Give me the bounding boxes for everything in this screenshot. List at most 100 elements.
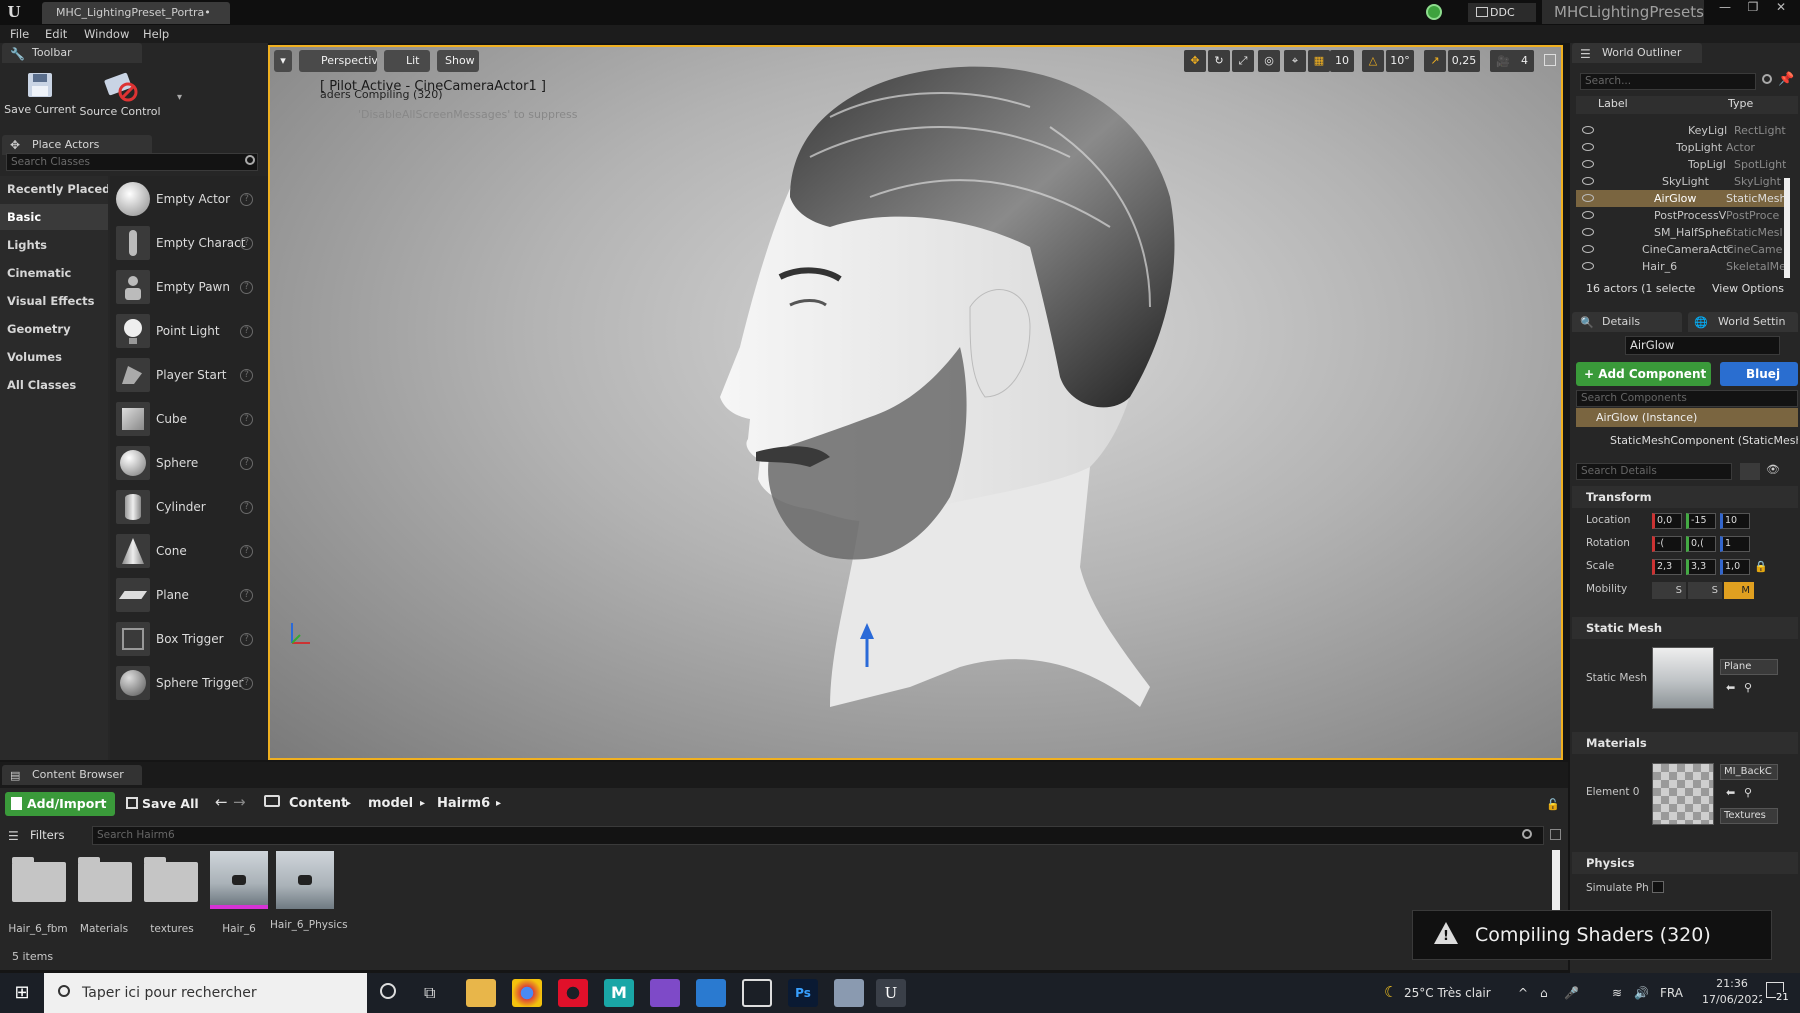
location-y-field[interactable]: -15 [1686,513,1716,529]
view-options-button[interactable]: View Options [1712,282,1784,295]
visibility-eye-icon[interactable] [1582,228,1594,236]
add-component-button[interactable]: + Add Component [1576,362,1711,386]
scale-z-field[interactable]: 1,0 [1720,559,1750,575]
clock-date[interactable]: 17/06/2022 [1702,993,1762,1006]
mobility-stationary-button[interactable]: S [1688,582,1722,599]
scale-label[interactable]: Scale [1586,560,1614,572]
maximize-viewport-icon[interactable] [1544,54,1556,66]
actor-name-field[interactable]: AirGlow [1625,336,1780,355]
column-type[interactable]: Type [1728,97,1753,110]
menu-edit[interactable]: Edit [45,25,67,43]
column-label[interactable]: Label [1598,97,1628,110]
volume-icon[interactable]: 🔊 [1634,973,1649,1013]
grid-snap-icon[interactable]: ▦ [1308,50,1330,72]
mobility-static-button[interactable]: S [1652,582,1686,599]
folder-icon[interactable] [144,862,198,902]
mobility-movable-button[interactable]: M [1724,582,1754,599]
visibility-eye-icon[interactable] [1582,194,1594,202]
taskbar-search-input[interactable]: Taper ici pour rechercher [44,973,367,1013]
transform-section[interactable]: Transform [1572,486,1798,508]
material-thumbnail[interactable] [1652,763,1714,825]
rotation-x-field[interactable]: -( [1652,536,1682,552]
outliner-row[interactable]: SkyLight SkyLight [1576,173,1790,190]
search-details-input[interactable]: Search Details [1576,463,1732,480]
rotation-snap-value[interactable]: 10° [1386,50,1414,72]
rotation-y-field[interactable]: 0,( [1686,536,1716,552]
visibility-eye-icon[interactable] [1582,177,1594,185]
help-icon[interactable]: ? [240,501,253,514]
help-icon[interactable]: ? [240,633,253,646]
category-cinematic[interactable]: Cinematic [0,260,108,286]
scale-snap-value[interactable]: 0,25 [1448,50,1480,72]
weather-text[interactable]: 25°C Très clair [1404,973,1491,1013]
material-dropdown[interactable]: MI_BackC [1720,764,1778,780]
outliner-row[interactable]: CineCameraActc CineCame [1576,241,1790,258]
category-lights[interactable]: Lights [0,232,108,258]
source-control-button[interactable]: Source Control [79,68,161,124]
rotation-snap-icon[interactable]: △ [1362,50,1384,72]
visibility-eye-icon[interactable] [1582,160,1594,168]
textures-dropdown[interactable]: Textures [1720,808,1778,824]
visibility-eye-icon[interactable] [1582,211,1594,219]
physics-section[interactable]: Physics [1572,852,1798,874]
language-indicator[interactable]: FRA [1660,973,1683,1013]
level-tab[interactable]: MHC_LightingPreset_Portra• [42,2,230,24]
photoshop-icon[interactable]: Ps [788,979,818,1007]
location-x-field[interactable]: 0,0 [1652,513,1682,529]
help-icon[interactable]: ? [240,457,253,470]
browse-icon[interactable]: ⚲ [1744,786,1752,799]
folder-icon[interactable] [12,862,66,902]
breadcrumb-content[interactable]: Content [289,792,347,816]
tray-chevron-icon[interactable]: ^ [1518,973,1528,1013]
help-icon[interactable]: ? [240,369,253,382]
visibility-eye-icon[interactable] [1582,126,1594,134]
eye-visibility-icon[interactable]: 👁 [1766,463,1780,476]
outliner-scrollbar[interactable] [1784,178,1790,278]
discord-icon[interactable] [650,979,680,1007]
rotation-z-field[interactable]: 1 [1720,536,1750,552]
viewport-options-button[interactable]: ▾ [274,50,292,72]
static-mesh-component-row[interactable]: StaticMeshComponent (StaticMeshC [1610,434,1798,447]
surface-snap-icon[interactable]: ⌖ [1284,50,1306,72]
outliner-row[interactable]: TopLigl SpotLight [1576,156,1790,173]
rotation-label[interactable]: Rotation [1586,537,1630,549]
help-icon[interactable]: ? [240,193,253,206]
outliner-row[interactable]: PostProcessV PostProce [1576,207,1790,224]
tab-world-outliner[interactable]: World Outliner [1572,43,1702,63]
menu-file[interactable]: File [10,25,29,43]
help-icon[interactable]: ? [240,545,253,558]
outliner-row[interactable]: SM_HalfSpher StaticMesl [1576,224,1790,241]
menu-help[interactable]: Help [143,25,169,43]
app-window-icon[interactable] [834,979,864,1007]
help-icon[interactable]: ? [240,589,253,602]
help-icon[interactable]: ? [240,677,253,690]
scale-y-field[interactable]: 3,3 [1686,559,1716,575]
visibility-eye-icon[interactable] [1582,245,1594,253]
outliner-row[interactable]: Hair_6 SkeletalMe [1576,258,1790,275]
level-viewport[interactable] [268,45,1563,760]
photos-icon[interactable] [696,979,726,1007]
filters-button[interactable]: Filters [6,826,86,845]
maximize-icon[interactable]: ❐ [1740,0,1766,18]
category-visual-effects[interactable]: Visual Effects [0,288,108,314]
lit-button[interactable]: Lit [384,50,430,72]
3d-viewer-icon[interactable] [742,979,772,1007]
use-selected-icon[interactable]: ⬅ [1726,786,1735,799]
cortana-icon[interactable] [380,983,396,999]
scale-snap-icon[interactable]: ↗ [1424,50,1446,72]
network-icon[interactable]: ⌂ [1540,973,1548,1013]
help-icon[interactable]: ? [240,281,253,294]
location-label[interactable]: Location [1586,514,1630,526]
category-all-classes[interactable]: All Classes [0,372,108,398]
source-control-status-icon[interactable] [1426,4,1442,20]
lock-icon[interactable]: 🔓 [1546,798,1560,811]
category-basic[interactable]: Basic [0,204,108,230]
perspective-button[interactable]: Perspective [299,50,377,72]
physics-asset-thumbnail[interactable] [276,851,334,909]
world-space-icon[interactable]: ◎ [1258,50,1280,72]
visibility-eye-icon[interactable] [1582,143,1594,151]
scale-x-field[interactable]: 2,3 [1652,559,1682,575]
folder-icon[interactable] [78,862,132,902]
category-geometry[interactable]: Geometry [0,316,108,342]
wifi-icon[interactable]: ≋ [1612,973,1622,1013]
